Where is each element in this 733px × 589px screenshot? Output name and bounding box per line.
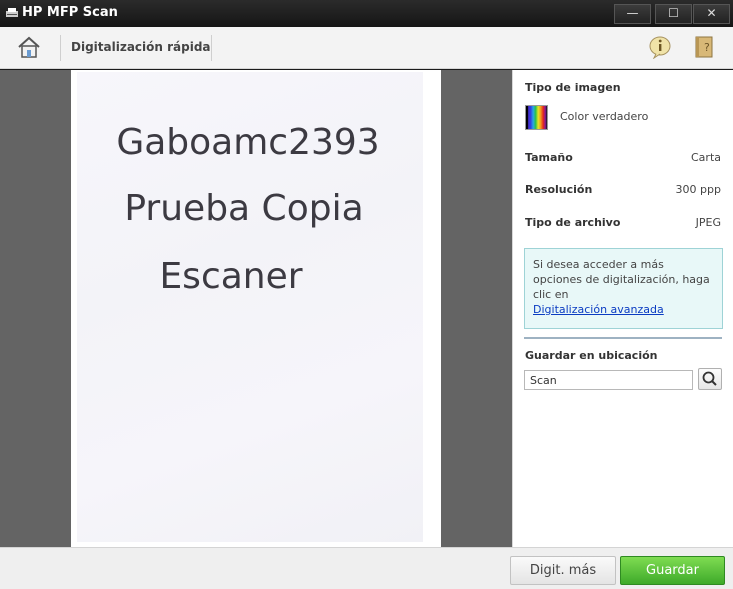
scanned-text-line: Gaboamc2393 [116,122,380,163]
bottom-action-bar: Digit. más Guardar [0,547,733,589]
file-type-value[interactable]: JPEG [696,216,721,229]
browse-location-button[interactable] [698,368,722,390]
save-location-input[interactable] [524,370,693,390]
image-type-value[interactable]: Color verdadero [560,110,648,123]
mode-label: Digitalización rápida [71,40,211,54]
resolution-title: Resolución [525,183,593,196]
title-bar: HP MFP Scan — ☐ ✕ [0,0,733,27]
advanced-scan-link[interactable]: Digitalización avanzada [533,303,664,316]
advanced-options-text: Si desea acceder a más opciones de digit… [533,258,710,301]
toolbar-divider [60,35,61,61]
scanned-page: Gaboamc2393 Prueba Copia Escaner [71,70,441,547]
scanner-app-icon [6,8,18,17]
size-title: Tamaño [525,151,573,164]
color-spectrum-icon[interactable] [525,105,548,130]
scanned-text-line: Prueba Copia [124,188,364,229]
help-book-icon[interactable]: ? [693,35,715,59]
minimize-button[interactable]: — [614,4,651,24]
resolution-value[interactable]: 300 ppp [676,183,721,196]
svg-text:?: ? [704,41,710,54]
settings-panel: Tipo de imagen Color verdadero Tamaño Ca… [512,70,733,547]
info-icon[interactable] [648,35,672,59]
section-divider [524,337,722,339]
home-icon[interactable] [16,34,42,60]
scanned-text-line: Escaner [159,256,303,297]
search-icon [702,371,717,386]
advanced-options-info-box: Si desea acceder a más opciones de digit… [524,248,723,329]
file-type-title: Tipo de archivo [525,216,621,229]
save-location-title: Guardar en ubicación [525,349,658,362]
image-type-title: Tipo de imagen [525,81,621,94]
size-value[interactable]: Carta [691,151,721,164]
window-title: HP MFP Scan [22,5,118,20]
scan-more-button[interactable]: Digit. más [510,556,616,585]
toolbar: Digitalización rápida ? [0,27,733,69]
maximize-button[interactable]: ☐ [655,4,692,24]
scanned-page-content: Gaboamc2393 Prueba Copia Escaner [77,72,423,542]
close-button[interactable]: ✕ [693,4,730,24]
save-button[interactable]: Guardar [620,556,725,585]
scan-preview-area: Gaboamc2393 Prueba Copia Escaner [0,70,512,547]
toolbar-divider [211,35,212,61]
